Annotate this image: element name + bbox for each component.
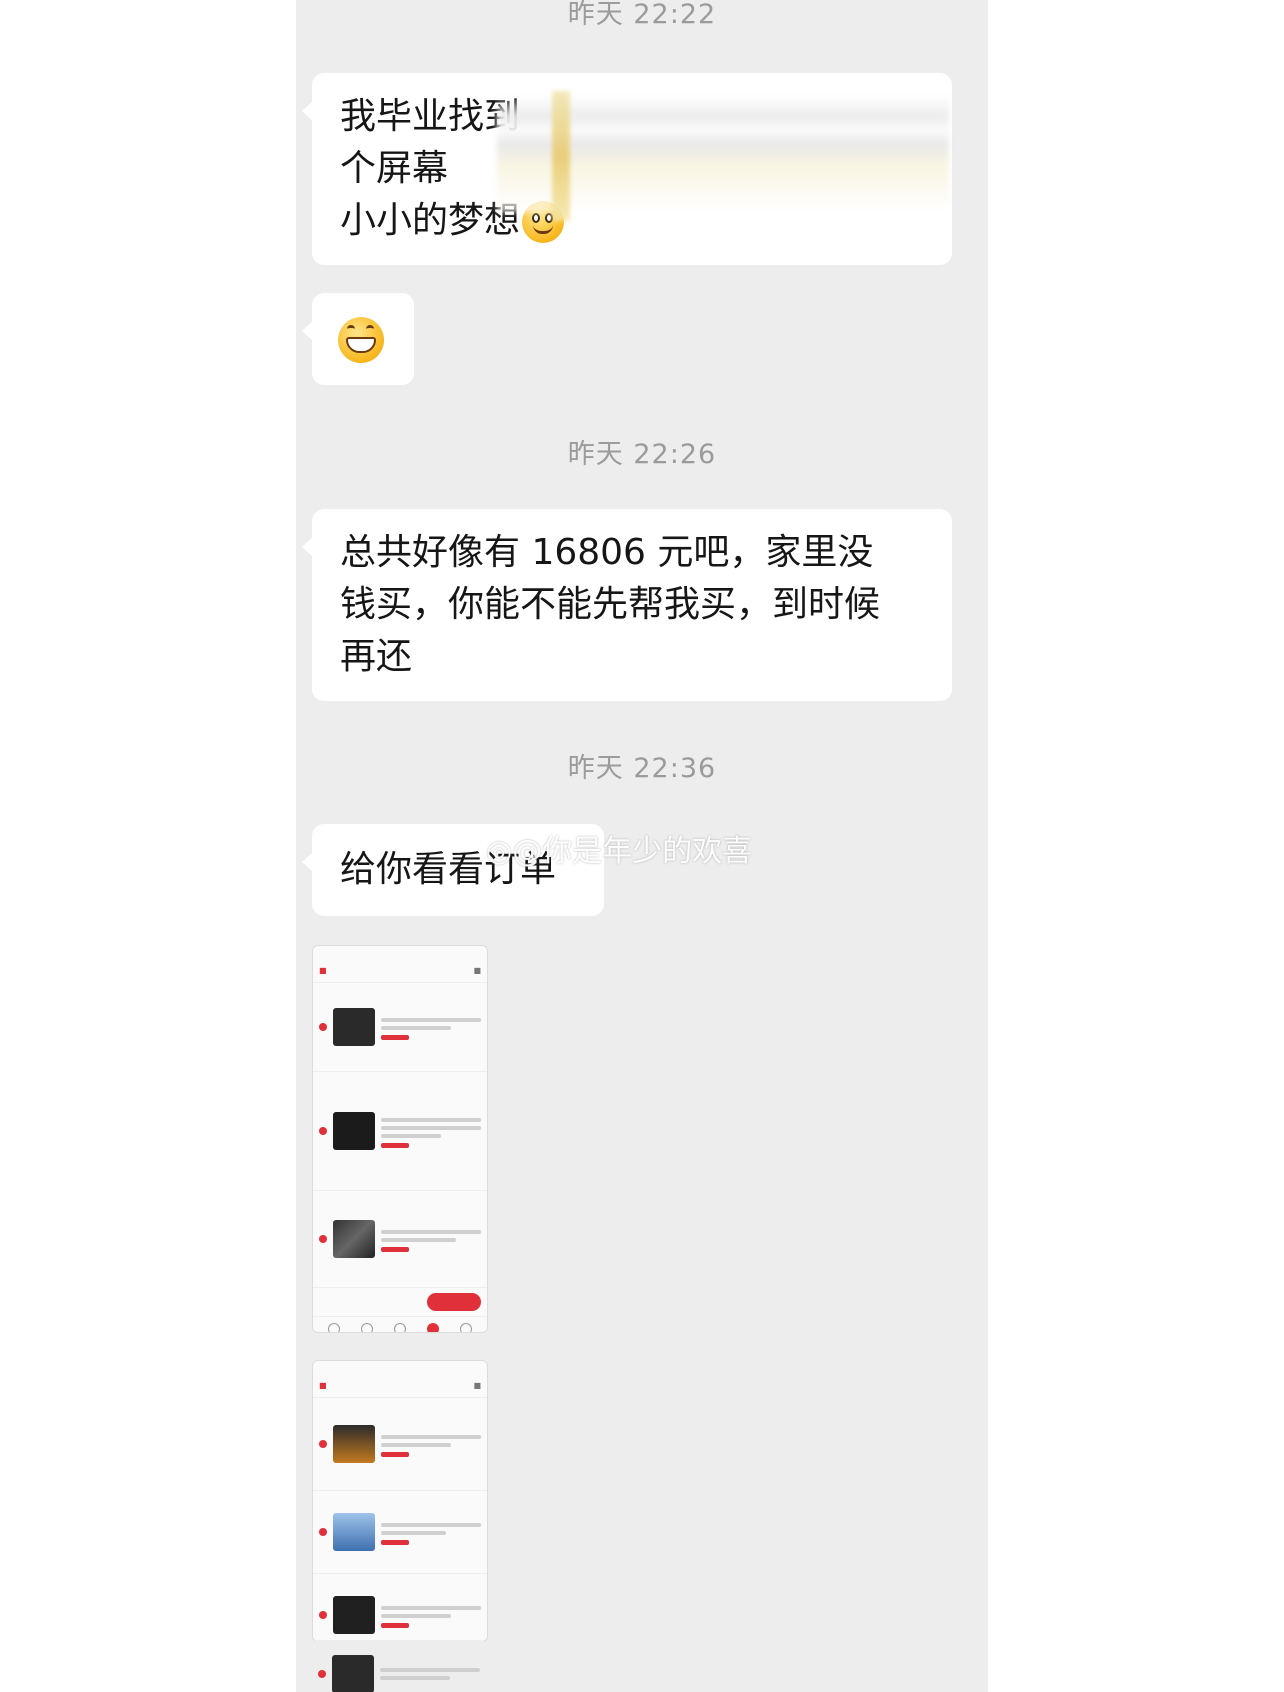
timestamp: 昨天 22:22 [567,0,717,30]
thumbnail-cart-item [313,1071,487,1190]
message-text: 小小的梦想 [340,200,521,241]
thumbnail-checkout-bar [313,1287,487,1316]
weibo-icon: ◎ [486,834,513,869]
motion-blur-streak [552,91,570,221]
thumbnail-cart-item [313,1573,487,1641]
message-line: 钱买，你能不能先帮我买，到时候 [340,584,881,625]
watermark: ◎@你是年少的欢喜 [486,826,752,870]
message-line: 总共好像有 16806 元吧，家里没 [340,532,874,573]
message-line: 再还 [340,636,413,677]
thumbnail-header: ■ ■ [319,966,481,975]
thumbnail-cart-item [313,1190,487,1287]
grinning-emoji-icon [338,317,384,363]
thumbnail-cart-item [313,982,487,1071]
emoji-message-bubble[interactable] [302,293,414,385]
order-screenshot-thumbnail-partial[interactable] [312,1640,486,1692]
thumbnail-cart-item [313,1490,487,1573]
thumbnail-header: ■ ■ [319,1381,481,1390]
watermark-text: @你是年少的欢喜 [512,834,753,869]
thumbnail-tab-bar [313,1316,487,1332]
thumbnail-status-bar [313,946,487,966]
timestamp: 昨天 22:26 [567,439,717,470]
order-screenshot-thumbnail[interactable]: ■ ■ [312,1360,488,1642]
message-bubble-graduation[interactable]: 我毕业找到 个屏幕 小小的梦想 [302,73,952,265]
message-bubble-money-request[interactable]: 总共好像有 16806 元吧，家里没 钱买，你能不能先帮我买，到时候 再还 [302,509,952,701]
thumbnail-status-bar [313,1361,487,1381]
thumbnail-cart-item [312,1640,486,1692]
order-screenshot-thumbnail[interactable]: ■ ■ [312,945,488,1333]
timestamp: 昨天 22:36 [567,753,717,784]
thumbnail-cart-item [313,1397,487,1490]
